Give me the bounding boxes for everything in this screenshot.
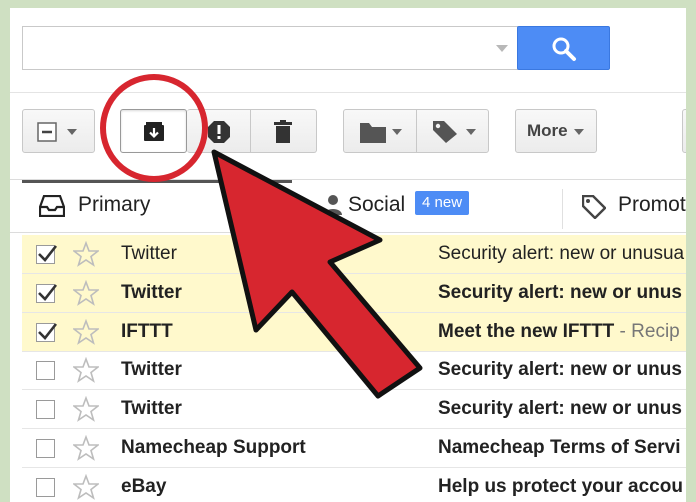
checkmark-icon <box>38 322 58 340</box>
row-checkbox[interactable] <box>36 439 55 458</box>
tabs-bottom-border <box>10 232 696 233</box>
star-icon[interactable] <box>73 318 99 345</box>
tab-primary-label: Primary <box>78 193 151 216</box>
row-checkbox[interactable] <box>36 245 58 264</box>
table-row[interactable]: IFTTT Meet the new IFTTT - Recip <box>22 312 696 352</box>
table-row[interactable]: Twitter Security alert: new or unus <box>22 390 696 430</box>
people-icon <box>324 195 342 215</box>
social-new-badge: 4 new <box>415 191 470 215</box>
toolbar-separator <box>250 109 251 153</box>
star-icon[interactable] <box>73 435 99 461</box>
tag-icon <box>582 195 606 219</box>
star-icon[interactable] <box>73 241 99 267</box>
row-checkbox[interactable] <box>36 361 55 381</box>
row-checkbox[interactable] <box>36 283 58 303</box>
more-button-label: More <box>527 121 568 140</box>
frame-edge <box>686 0 696 502</box>
archive-button[interactable] <box>120 109 187 153</box>
search-icon <box>552 37 576 61</box>
chevron-down-icon <box>67 129 77 135</box>
row-subject-text: Namecheap Terms of Servi <box>438 437 681 458</box>
star-icon[interactable] <box>73 279 99 306</box>
star-icon[interactable] <box>73 357 99 384</box>
tab-promotions[interactable]: Promoti <box>562 180 696 232</box>
row-subject: Security alert: new or unus <box>438 359 696 381</box>
table-row[interactable]: Namecheap Support Namecheap Terms of Serv… <box>22 429 696 468</box>
row-subject-text: Security alert: new or unus <box>438 359 682 381</box>
search-button[interactable] <box>517 26 610 70</box>
toolbar-divider <box>10 92 696 93</box>
checkmark-icon <box>38 245 58 262</box>
row-subject-text: Meet the new IFTTT <box>438 320 615 342</box>
row-subject-text: Security alert: new or unus <box>438 398 682 420</box>
row-subject-text: Security alert: new or unusua <box>438 243 685 264</box>
row-checkbox[interactable] <box>36 477 55 497</box>
row-sender: Twitter <box>121 359 182 381</box>
chevron-down-icon <box>574 129 584 135</box>
star-icon[interactable] <box>73 396 99 423</box>
table-row[interactable]: eBay Help us protect your accou <box>22 468 696 502</box>
checkbox-select-icon <box>37 122 57 142</box>
label-tag-icon[interactable] <box>432 120 458 144</box>
move-labels-group <box>343 109 489 153</box>
tab-social-label: Social <box>348 193 406 216</box>
search-input[interactable] <box>22 26 518 70</box>
row-sender: Twitter <box>121 243 177 264</box>
row-subject: Security alert: new or unus <box>438 398 696 420</box>
tab-primary[interactable]: Primary <box>22 180 292 232</box>
row-subject-text: Security alert: new or unus <box>438 281 682 303</box>
chevron-down-icon <box>466 129 476 135</box>
row-sender: eBay <box>121 475 167 497</box>
row-sender: IFTTT <box>121 320 173 342</box>
row-sender: Twitter <box>121 281 182 303</box>
table-row[interactable]: Twitter Security alert: new or unus <box>22 351 696 391</box>
report-spam-icon[interactable] <box>207 120 231 144</box>
search-options-chevron-down-icon[interactable] <box>496 45 508 52</box>
chevron-down-icon <box>392 129 402 135</box>
folder-icon[interactable] <box>360 123 386 143</box>
trash-icon[interactable] <box>273 120 293 144</box>
gmail-window: More Primary Social 4 new Promoti Twitte… <box>10 8 696 502</box>
row-subject: Namecheap Terms of Servi <box>438 437 696 459</box>
select-all-button[interactable] <box>22 109 95 153</box>
row-subject: Security alert: new or unus <box>438 282 696 304</box>
row-subject-text: Help us protect your accou <box>438 475 683 497</box>
checkmark-icon <box>38 283 58 301</box>
row-subject: Meet the new IFTTT - Recip <box>438 321 696 343</box>
row-snippet: - Recip <box>614 320 680 342</box>
tab-promotions-label: Promoti <box>618 193 691 216</box>
row-sender: Namecheap Support <box>121 437 306 458</box>
inbox-tray-icon <box>39 195 65 217</box>
row-checkbox[interactable] <box>36 322 58 342</box>
row-sender: Twitter <box>121 398 182 420</box>
table-row[interactable]: Twitter Security alert: new or unusua <box>22 235 696 274</box>
spam-delete-group <box>187 109 317 153</box>
row-subject: Security alert: new or unusua <box>438 243 696 265</box>
archive-icon <box>144 122 164 141</box>
row-subject: Help us protect your accou <box>438 476 696 498</box>
table-row[interactable]: Twitter Security alert: new or unus <box>22 273 696 313</box>
row-checkbox[interactable] <box>36 400 55 420</box>
star-icon[interactable] <box>73 473 99 500</box>
toolbar-separator <box>416 109 417 153</box>
